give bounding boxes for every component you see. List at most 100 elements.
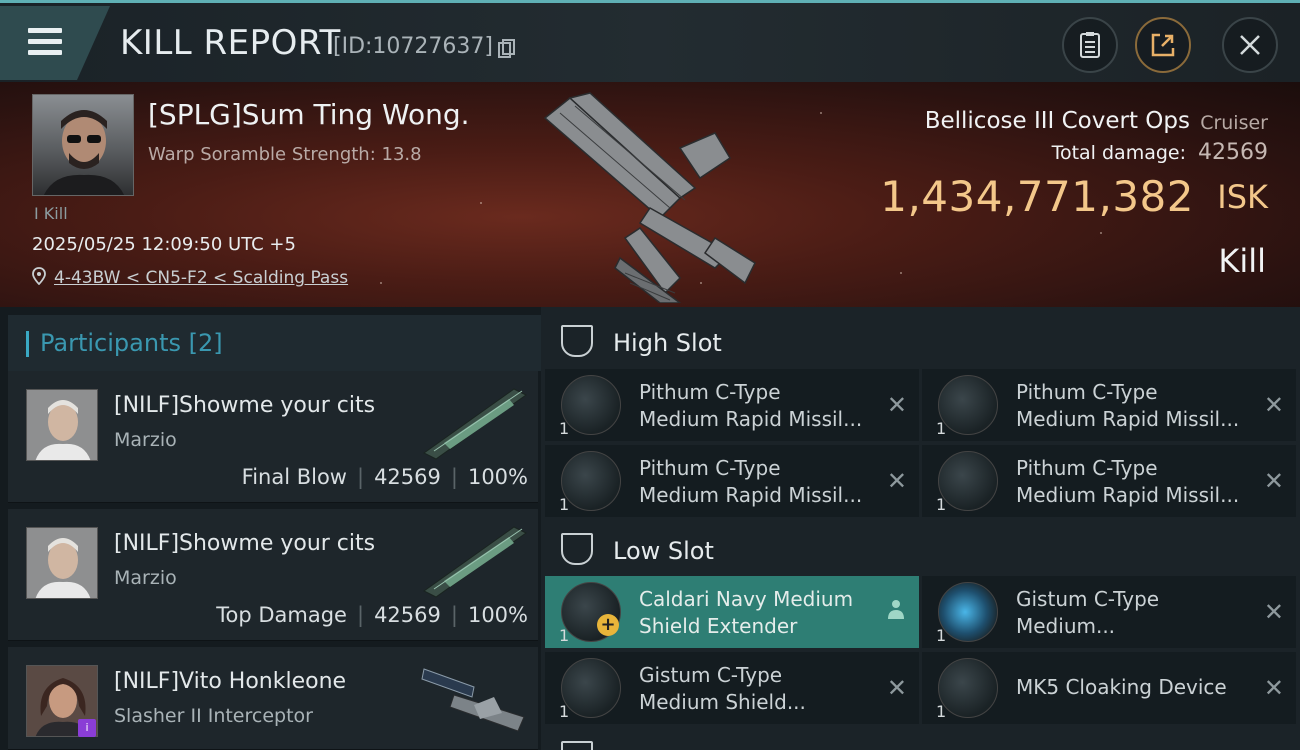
participant-percent: 100% [467,603,528,627]
victim-ship-name[interactable]: Bellicose III Covert Ops [925,108,1190,134]
kill-timestamp: 2025/05/25 12:09:50 UTC +5 [32,234,296,255]
module-name-line2: Shield Extender [639,614,798,638]
stat-separator: | [450,603,458,627]
clipboard-button[interactable] [1062,17,1118,73]
module-name-line1: Gistum C-Type [1016,587,1160,611]
module-quantity: 1 [936,495,947,514]
module-slot[interactable]: 1 Pithum C-Type Medium Rapid Missil... ✕ [922,369,1296,441]
low-slot-title: Low Slot [613,537,714,565]
participants-header: Participants [2] [8,315,541,371]
participant-ship-image [423,388,527,460]
slot-icon [561,741,593,750]
module-name-line2: Medium... [1016,614,1116,638]
total-damage-label: Total damage: [1051,142,1186,164]
participant-card[interactable]: [NILF]Showme your cits Marzio Top Damage… [8,509,538,641]
participant-damage: 42569 [374,603,441,627]
module-name: Caldari Navy Medium Shield Extender [639,586,889,640]
participant-ship: Slasher II Interceptor [114,705,313,727]
module-slot[interactable]: 1 Pithum C-Type Medium Rapid Missil... ✕ [922,445,1296,517]
module-quantity: 1 [559,626,570,645]
participant-ship-image [423,526,527,598]
hamburger-icon [28,28,62,33]
missile-launcher-icon [561,375,621,435]
victim-ship-image [543,92,756,303]
module-name: MK5 Cloaking Device [1016,674,1266,701]
person-icon [888,600,904,619]
module-name-line1: Gistum C-Type [639,663,783,687]
high-slot-header: High Slot [541,311,1300,371]
module-slot[interactable]: 1 Pithum C-Type Medium Rapid Missil... ✕ [545,445,919,517]
destroyed-x-icon: ✕ [1263,674,1284,702]
victim-portrait-image [44,110,124,195]
module-quantity: 1 [559,702,570,721]
module-quantity: 1 [559,419,570,438]
missile-launcher-icon [561,451,621,511]
module-name: Gistum C-Type Medium... [1016,586,1266,640]
shield-extender-icon [561,658,621,718]
participant-role: Final Blow [241,465,347,489]
share-button[interactable] [1135,17,1191,73]
participant-name: [NILF]Showme your cits [114,531,376,556]
destroyed-x-icon: ✕ [1263,467,1284,495]
kill-location-link[interactable]: 4-43BW < CN5-F2 < Scalding Pass [54,268,348,288]
stat-separator: | [450,465,458,489]
missile-launcher-icon [938,451,998,511]
participant-percent: 100% [467,465,528,489]
destroyed-x-icon: ✕ [886,391,907,419]
clipboard-icon [1080,32,1100,58]
module-slot[interactable]: 1 Gistum C-Type Medium... ✕ [922,576,1296,648]
stat-separator: | [356,465,365,489]
module-name-line2: Medium Rapid Missil... [1016,483,1240,507]
copy-icon[interactable] [498,39,516,59]
kill-tag: I Kill [34,204,68,223]
module-quantity: 1 [936,626,947,645]
module-slot-dropped[interactable]: + 1 Caldari Navy Medium Shield Extender [545,576,919,648]
afterburner-icon [938,582,998,642]
module-slot[interactable]: 1 Gistum C-Type Medium Shield... ✕ [545,652,919,724]
module-name-line1: Pithum C-Type [1016,456,1158,480]
participant-ship-image [421,668,525,732]
destroyed-x-icon: ✕ [886,674,907,702]
victim-avatar[interactable] [32,94,134,196]
isk-value: 1,434,771,382 [880,172,1194,221]
dropped-plus-icon: + [597,614,619,636]
close-icon [1240,35,1260,55]
warp-scramble-strength: Warp Soramble Strength: 13.8 [148,144,422,165]
high-slot-title: High Slot [613,329,722,357]
module-name-line1: Pithum C-Type [1016,380,1158,404]
module-name: Pithum C-Type Medium Rapid Missil... [1016,379,1266,433]
module-name: Pithum C-Type Medium Rapid Missil... [639,455,889,509]
close-button[interactable] [1222,17,1278,73]
high-slot-icon [561,325,593,357]
participants-panel: Participants [2] [NILF]Showme your cits … [0,307,541,750]
participant-portrait-image [27,390,97,460]
module-name-line2: Medium Rapid Missil... [639,407,863,431]
participant-card[interactable]: i [NILF]Vito Honkleone Slasher II Interc… [8,647,538,750]
participant-avatar [26,527,98,599]
participant-card[interactable]: [NILF]Showme your cits Marzio Final Blow… [8,371,538,503]
module-name: Gistum C-Type Medium Shield... [639,662,889,716]
kill-report-header: KILL REPORT [ID:10727637] [0,0,1300,82]
module-quantity: 1 [936,419,947,438]
module-slot[interactable]: 1 Pithum C-Type Medium Rapid Missil... ✕ [545,369,919,441]
module-name-line1: Pithum C-Type [639,456,781,480]
module-name-line1: Caldari Navy Medium [639,587,854,611]
module-slot[interactable]: 1 MK5 Cloaking Device ✕ [922,652,1296,724]
next-slot-header [541,733,1300,750]
module-name-line1: Pithum C-Type [639,380,781,404]
victim-name[interactable]: [SPLG]Sum Ting Wong. [148,98,470,131]
module-name-line2: Medium Rapid Missil... [639,483,863,507]
victim-banner: [SPLG]Sum Ting Wong. Warp Soramble Stren… [0,82,1300,307]
participant-avatar [26,389,98,461]
module-name-line2: Medium Shield... [639,690,806,714]
destroyed-x-icon: ✕ [1263,391,1284,419]
participant-ship: Marzio [114,567,177,589]
page-title: KILL REPORT [120,23,341,63]
kill-result-label: Kill [1218,242,1266,280]
menu-button[interactable] [0,6,110,80]
hamburger-icon-bar [28,39,62,44]
low-slot-header: Low Slot [541,519,1300,579]
participant-damage: 42569 [374,465,441,489]
missile-launcher-icon [938,375,998,435]
participant-ship: Marzio [114,429,177,451]
